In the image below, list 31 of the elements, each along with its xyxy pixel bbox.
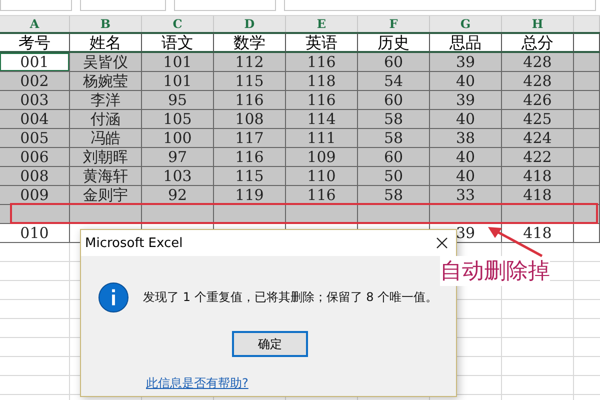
column-header[interactable]: B (70, 16, 142, 32)
info-icon (98, 282, 129, 313)
column-header[interactable]: D (214, 16, 286, 32)
column-header[interactable] (574, 16, 600, 32)
name-box[interactable] (0, 0, 72, 11)
table-row[interactable]: 005 冯皓 100 117 111 58 38 424 (0, 129, 600, 148)
table-row[interactable]: 009 金则宇 92 119 116 58 33 418 (0, 186, 600, 205)
column-header[interactable]: F (358, 16, 430, 32)
column-header[interactable]: E (286, 16, 358, 32)
table-row[interactable]: 004 付涵 105 108 114 58 40 425 (0, 110, 600, 129)
table-row[interactable]: 001 吴皆仪 101 112 116 60 39 428 (0, 53, 600, 72)
help-link[interactable]: 此信息是否有帮助? (146, 375, 248, 392)
table-row[interactable]: 006 刘朝晖 97 116 109 60 40 422 (0, 148, 600, 167)
table-row[interactable]: 003 李洋 95 116 116 60 39 426 (0, 91, 600, 110)
column-header[interactable]: C (142, 16, 214, 32)
table-cell: 001 (0, 53, 70, 72)
table-cell: 418 (502, 224, 574, 243)
toolbar-field[interactable] (80, 0, 166, 11)
toolbar-field[interactable] (174, 0, 276, 11)
formula-field[interactable] (284, 0, 596, 11)
annotation-text: 自动删除掉 (440, 256, 550, 286)
column-header[interactable]: H (502, 16, 574, 32)
column-header[interactable]: A (0, 16, 70, 32)
close-icon[interactable] (436, 237, 448, 249)
column-header[interactable]: G (430, 16, 502, 32)
table-row[interactable]: 008 黄海轩 103 115 110 50 40 418 (0, 167, 600, 186)
ok-button[interactable]: 确定 (232, 331, 308, 357)
table-cell: 010 (0, 224, 70, 243)
dialog-title: Microsoft Excel (85, 236, 183, 250)
dialog-message: 发现了 1 个重复值，已将其删除；保留了 8 个唯一值。 (143, 289, 438, 306)
table-row[interactable]: 002 杨婉莹 101 115 118 54 40 428 (0, 72, 600, 91)
